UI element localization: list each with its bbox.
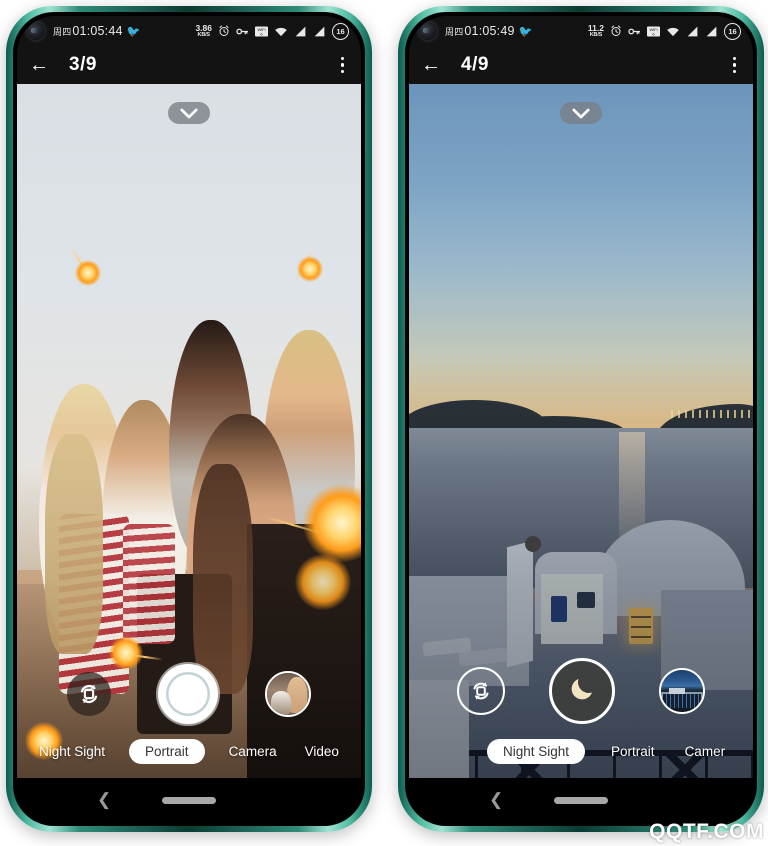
phone-device-right: 周四01:05:49 🐦 11.2 KB/S WiFi 6 16 ← 4/9 N… [398,6,764,832]
status-bar-weekday: 周四 [445,27,464,37]
bird-icon: 🐦 [126,25,141,38]
phone-device-left: 周四01:05:44 🐦 3.86 KB/S WiFi 6 16 ← 3/9 N… [6,6,372,832]
mode-night-sight[interactable]: Night Sight [35,742,109,761]
mode-portrait[interactable]: Portrait [607,742,659,761]
network-speed-indicator: 3.86 KB/S [195,24,212,38]
home-gesture-pill[interactable] [162,796,216,804]
back-arrow-icon[interactable]: ← [29,55,55,75]
front-camera-punch-hole-icon [419,22,437,40]
page-counter: 3/9 [69,54,97,75]
camera-controls-left [17,664,361,724]
wifi6-icon: WiFi 6 [255,26,268,37]
status-bar-time: 01:05:44 [72,24,123,38]
wifi-signal-icon [274,26,288,37]
network-speed-unit: KB/S [589,31,603,38]
status-bar-right: 周四01:05:49 🐦 11.2 KB/S WiFi 6 16 [409,16,753,46]
cell-signal-icon [294,26,307,37]
mode-night-sight[interactable]: Night Sight [487,739,586,764]
cell-signal-icon [313,26,326,37]
app-bar-right: ← 4/9 [409,46,753,84]
status-bar-icons: 3.86 KB/S WiFi 6 16 [195,22,349,40]
camera-flip-icon[interactable] [66,672,111,716]
shutter-button[interactable] [549,658,615,724]
page-counter: 4/9 [461,54,489,75]
status-bar-clock: 周四01:05:49 [445,24,515,38]
mode-portrait[interactable]: Portrait [129,739,205,764]
nav-back-icon[interactable]: ❮ [489,790,503,810]
battery-indicator: 16 [332,22,349,40]
camera-viewfinder-left[interactable]: Night Sight Portrait Camera Video [17,84,361,778]
phone-screen-left: 周四01:05:44 🐦 3.86 KB/S WiFi 6 16 ← 3/9 N… [17,16,361,822]
moon-icon [567,674,597,709]
shutter-inner [165,672,210,716]
gallery-thumbnail[interactable] [659,668,705,714]
bird-icon: 🐦 [518,25,533,38]
front-camera-punch-hole-icon [27,22,45,40]
site-watermark: QQTF.COM [649,820,764,843]
more-vert-icon[interactable] [730,54,740,77]
more-vert-icon[interactable] [338,54,348,77]
chevron-down-icon[interactable] [560,102,602,124]
status-bar-icons: 11.2 KB/S WiFi 6 16 [588,22,741,40]
phone-bezel-left: 周四01:05:44 🐦 3.86 KB/S WiFi 6 16 ← 3/9 N… [13,12,365,826]
camera-mode-selector-right: Night Sight Portrait Camer [409,739,753,764]
screenshot-stage: 周四01:05:44 🐦 3.86 KB/S WiFi 6 16 ← 3/9 N… [0,0,768,846]
status-bar-left: 周四01:05:44 🐦 3.86 KB/S WiFi 6 16 [17,16,361,46]
network-speed-unit: KB/S [197,31,211,38]
shutter-button[interactable] [157,664,218,724]
wifi6-icon: WiFi 6 [647,26,660,37]
phone-screen-right: 周四01:05:49 🐦 11.2 KB/S WiFi 6 16 ← 4/9 N… [409,16,753,822]
nav-back-icon[interactable]: ❮ [97,790,111,810]
navigation-bar-left: ❮ [17,778,361,822]
back-arrow-icon[interactable]: ← [421,55,447,75]
wifi-signal-icon [666,26,680,37]
cell-signal-icon [686,26,699,37]
status-bar-weekday: 周四 [53,27,72,37]
camera-mode-selector-left: Night Sight Portrait Camera Video [17,739,361,764]
status-bar-clock: 周四01:05:44 [53,24,123,38]
alarm-clock-icon [218,25,230,37]
mode-video[interactable]: Video [301,742,343,761]
alarm-clock-icon [610,25,622,37]
home-gesture-pill[interactable] [554,796,608,804]
phone-bezel-right: 周四01:05:49 🐦 11.2 KB/S WiFi 6 16 ← 4/9 N… [405,12,757,826]
mode-camera[interactable]: Camera [225,742,281,761]
cell-signal-icon [705,26,718,37]
battery-indicator: 16 [724,22,741,40]
status-bar-time: 01:05:49 [464,24,515,38]
app-bar-left: ← 3/9 [17,46,361,84]
vpn-key-icon [628,26,641,37]
camera-viewfinder-right[interactable]: Night Sight Portrait Camer [409,84,753,778]
mode-camera[interactable]: Camer [681,742,730,761]
gallery-thumbnail[interactable] [265,671,312,717]
vpn-key-icon [236,26,249,37]
network-speed-indicator: 11.2 KB/S [588,24,604,38]
camera-flip-icon[interactable] [457,667,505,715]
navigation-bar-right: ❮ [409,778,753,822]
camera-controls-right [409,658,753,724]
chevron-down-icon[interactable] [168,102,210,124]
